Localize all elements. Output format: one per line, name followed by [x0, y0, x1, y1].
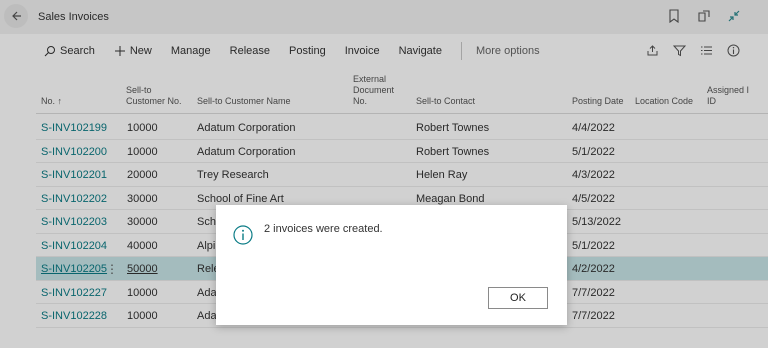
dialog-message: 2 invoices were created.	[264, 223, 383, 235]
info-icon	[233, 225, 253, 245]
message-dialog: 2 invoices were created. OK	[216, 205, 567, 325]
ok-button[interactable]: OK	[488, 287, 548, 309]
